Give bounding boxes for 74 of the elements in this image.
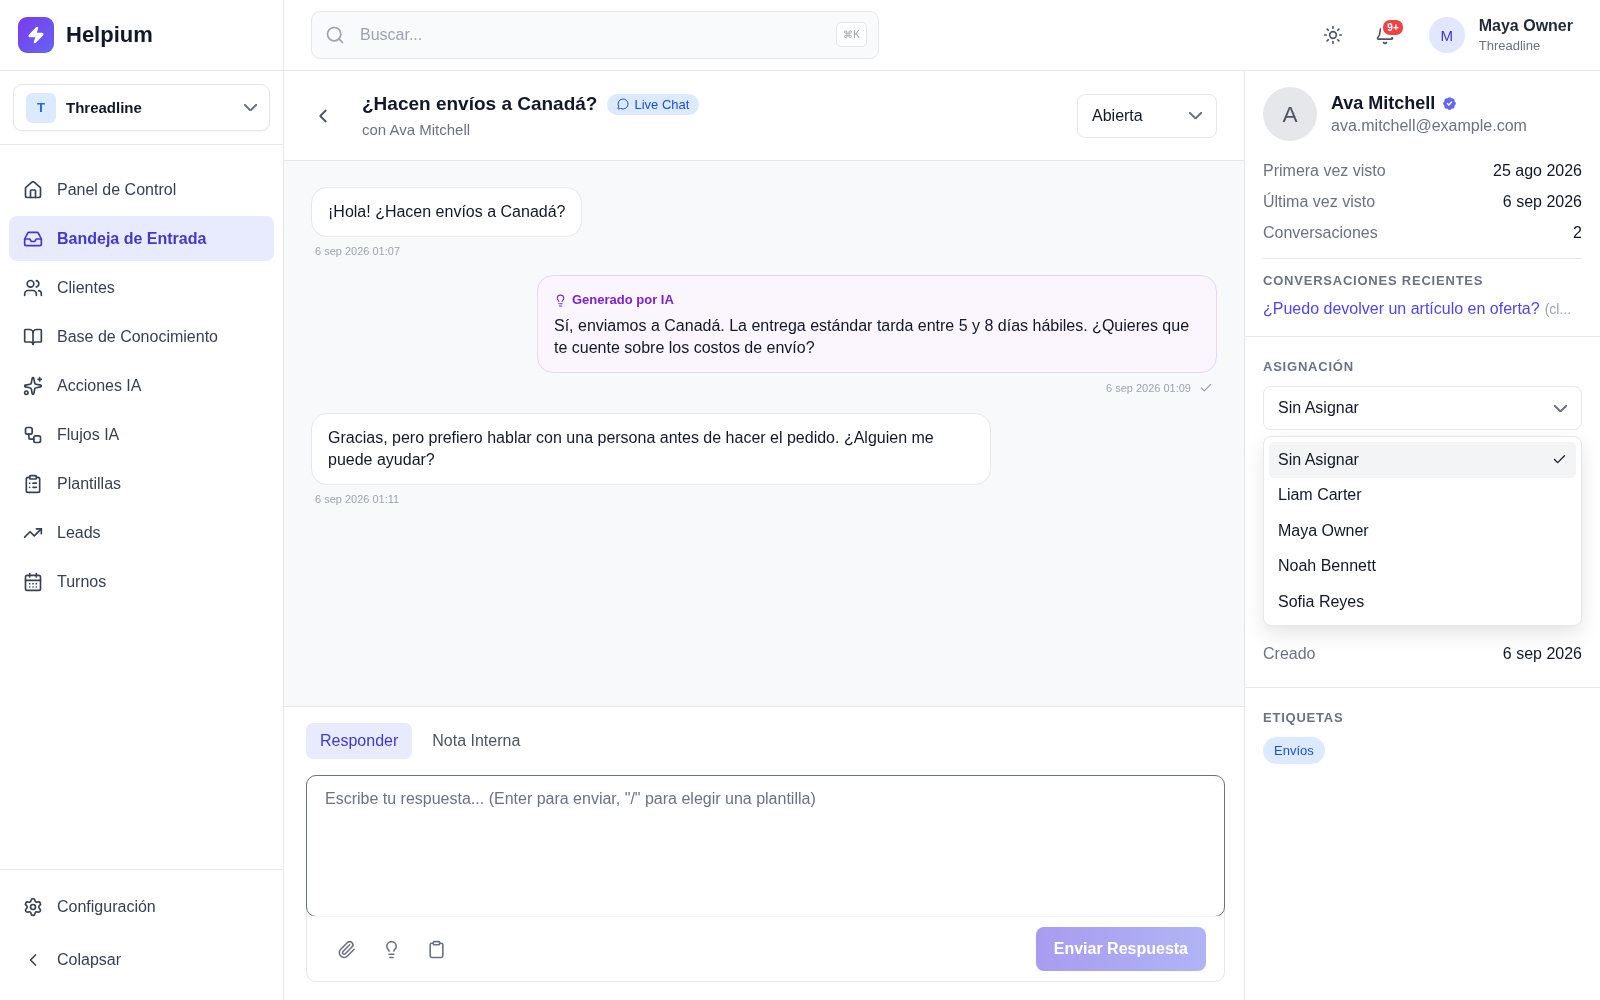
chat-bubble-icon bbox=[617, 98, 630, 110]
section-heading: ETIQUETAS bbox=[1263, 710, 1345, 725]
lightbulb-icon bbox=[554, 293, 567, 307]
sun-icon bbox=[1322, 25, 1343, 45]
chevron-down-icon bbox=[1554, 404, 1567, 412]
book-icon bbox=[23, 326, 43, 347]
conversation-title: ¿Hacen envíos a Canadá? bbox=[362, 93, 598, 115]
nav-item[interactable]: Base de Conocimiento bbox=[9, 314, 274, 359]
stat-label: Última vez visto bbox=[1263, 192, 1376, 211]
message-time: 6 sep 2026 01:07 bbox=[315, 245, 401, 257]
nav-item[interactable]: Turnos bbox=[9, 559, 274, 604]
nav-item[interactable]: Panel de Control bbox=[9, 167, 274, 212]
shortcut-hint: ⌘K bbox=[836, 22, 867, 47]
recent-conversation-note: (cl... bbox=[1544, 301, 1572, 317]
composer-tab[interactable]: Responder bbox=[306, 723, 413, 759]
section-heading: CONVERSACIONES RECIENTES bbox=[1263, 273, 1485, 288]
message-text: Gracias, pero prefiero hablar con una persona antes de hacer el pedido. ¿Alguien me puede ayudar? bbox=[328, 428, 935, 470]
assignee-option[interactable]: Noah Bennett bbox=[1269, 548, 1576, 584]
clipboard-icon bbox=[427, 939, 446, 959]
sidebar-footer-item[interactable]: Configuración bbox=[9, 884, 274, 929]
chevron-down-icon bbox=[244, 104, 257, 111]
clipboard-icon bbox=[23, 473, 43, 494]
section-heading: ASIGNACIÓN bbox=[1263, 359, 1355, 374]
nav-item[interactable]: Acciones IA bbox=[9, 363, 274, 408]
assignee-option[interactable]: Maya Owner bbox=[1269, 513, 1576, 549]
settings-icon bbox=[23, 896, 43, 917]
message-time: 6 sep 2026 01:09 bbox=[1105, 382, 1191, 394]
contact-email: ava.mitchell@example.com bbox=[1331, 117, 1527, 135]
detail-value: 6 sep 2026 bbox=[1502, 644, 1582, 663]
brand-name: Helpium bbox=[66, 22, 153, 48]
workspace-selector[interactable]: T Threadline bbox=[13, 84, 270, 131]
user-name: Maya Owner bbox=[1478, 17, 1573, 35]
message-time: 6 sep 2026 01:11 bbox=[315, 493, 400, 505]
recent-conversation-link[interactable]: ¿Puedo devolver un artículo en oferta? bbox=[1263, 300, 1540, 317]
notification-badge: 9+ bbox=[1381, 18, 1405, 37]
assignee-option[interactable]: Liam Carter bbox=[1269, 477, 1576, 513]
stat-label: Primera vez visto bbox=[1263, 161, 1386, 180]
ai-generated-label: Generado por IA bbox=[554, 289, 1200, 311]
sidebar-footer-item[interactable]: Colapsar bbox=[9, 937, 274, 982]
stat-value: 2 bbox=[1573, 223, 1582, 242]
status-select[interactable]: Abierta bbox=[1077, 93, 1217, 138]
message-text: Sí, enviamos a Canadá. La entrega estándar tarda entre 5 y 8 días hábiles. ¿Quieres que te cuente sobre los costos de envío? bbox=[554, 316, 1191, 358]
stat-value: 6 sep 2026 bbox=[1502, 192, 1582, 211]
composer-tab[interactable]: Nota Interna bbox=[418, 723, 535, 759]
chevron-down-icon bbox=[1189, 112, 1202, 119]
app-logo bbox=[18, 17, 54, 53]
contact-avatar: A bbox=[1263, 87, 1317, 141]
home-icon bbox=[23, 179, 43, 200]
user-organization: Threadline bbox=[1478, 38, 1542, 53]
user-avatar[interactable]: M bbox=[1428, 17, 1465, 53]
stat-label: Conversaciones bbox=[1263, 223, 1378, 242]
paperclip-icon bbox=[337, 939, 356, 959]
assignee-option[interactable]: Sofia Reyes bbox=[1269, 584, 1576, 620]
stat-value: 25 ago 2026 bbox=[1493, 161, 1582, 180]
detail-label: Creado bbox=[1263, 644, 1316, 663]
calendar-icon bbox=[23, 571, 43, 592]
contact-name: Ava Mitchell bbox=[1331, 93, 1436, 114]
workspace-avatar: T bbox=[26, 92, 56, 123]
reply-field[interactable]: Escribe tu respuesta... (Enter para enviar, "/" para elegir una plantilla) bbox=[306, 775, 1225, 917]
message-text: ¡Hola! ¿Hacen envíos a Canadá? bbox=[328, 202, 566, 222]
workflow-icon bbox=[23, 424, 43, 445]
tag: Envíos bbox=[1263, 737, 1325, 764]
nav-item[interactable]: Leads bbox=[9, 510, 274, 555]
nav-item[interactable]: Plantillas bbox=[9, 461, 274, 506]
nav-item[interactable]: Clientes bbox=[9, 265, 274, 310]
nav-item[interactable]: Flujos IA bbox=[9, 412, 274, 457]
users-icon bbox=[23, 277, 43, 298]
assignee-select[interactable]: Sin Asignar bbox=[1263, 386, 1582, 430]
assignee-option[interactable]: Sin Asignar bbox=[1269, 442, 1576, 478]
conversation-subtitle: con Ava Mitchell bbox=[362, 121, 472, 138]
channel-badge: Live Chat bbox=[607, 93, 700, 115]
search-icon bbox=[325, 25, 345, 45]
sparkles-icon bbox=[23, 375, 43, 396]
nav-item[interactable]: Bandeja de Entrada bbox=[9, 216, 274, 261]
